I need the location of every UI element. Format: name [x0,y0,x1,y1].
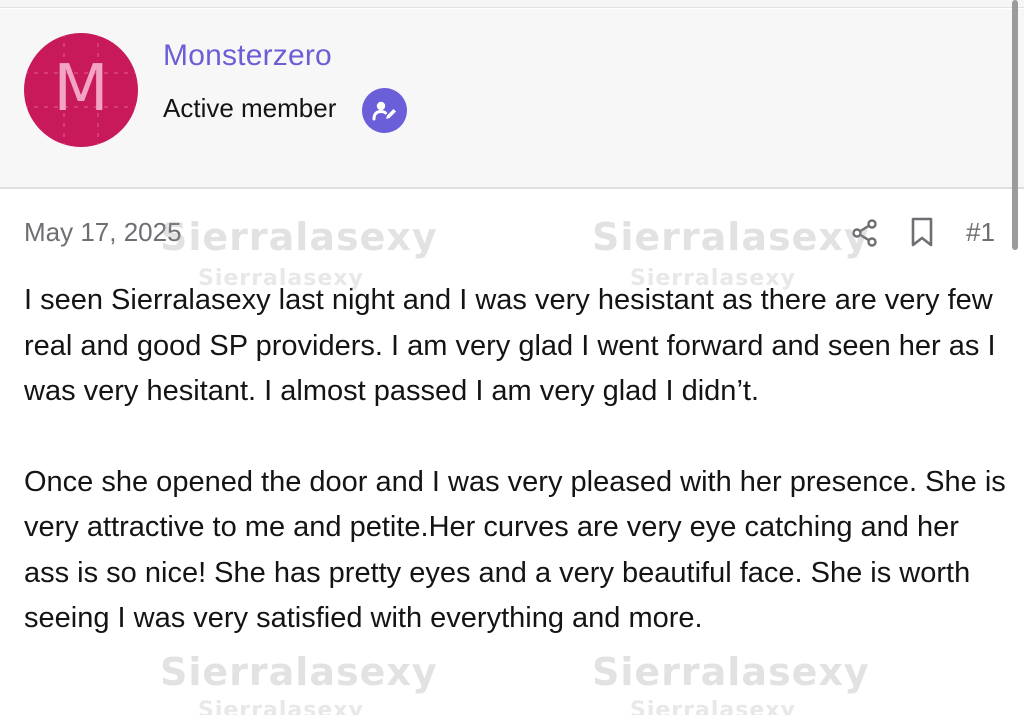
post-meta-row: May 17, 2025 #1 [0,205,1024,261]
watermark: Sierralasexy [198,698,364,715]
watermark: Sierralasexy [592,650,870,694]
verified-pencil-icon [362,88,407,133]
share-icon[interactable] [850,218,880,248]
post-date[interactable]: May 17, 2025 [24,217,182,248]
post-body: I seen Sierralasexy last night and I was… [24,278,1006,642]
post-author-header: M Monsterzero Active member [0,9,1024,189]
avatar[interactable]: M [24,33,138,147]
post-number-link[interactable]: #1 [966,217,995,248]
top-divider [0,0,1024,8]
user-title: Active member [163,93,337,123]
bookmark-icon[interactable] [907,216,937,248]
watermark: Sierralasexy [630,698,796,715]
post-paragraph: Once she opened the door and I was very … [24,465,1006,635]
post-paragraph: I seen Sierralasexy last night and I was… [24,284,996,407]
username-link[interactable]: Monsterzero [163,39,332,73]
avatar-letter: M [53,52,109,126]
watermark: Sierralasexy [160,650,438,694]
